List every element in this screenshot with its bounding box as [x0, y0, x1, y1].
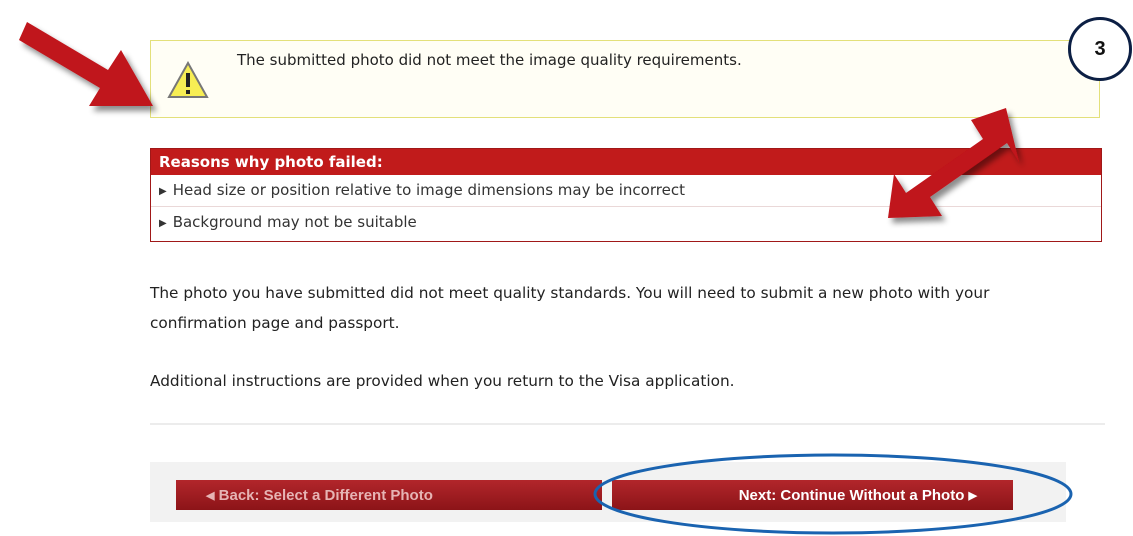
next-continue-without-photo-button[interactable]: Next: Continue Without a Photo ▶ [612, 480, 1013, 510]
photo-quality-warning: The submitted photo did not meet the ima… [150, 40, 1100, 118]
warning-message: The submitted photo did not meet the ima… [237, 51, 742, 69]
failure-reason-item: ▶ Background may not be suitable [151, 207, 1101, 238]
triangle-right-icon: ▶ [968, 489, 977, 502]
back-select-different-photo-button[interactable]: ◀ Back: Select a Different Photo [176, 480, 602, 510]
failure-reason-item: ▶ Head size or position relative to image… [151, 175, 1101, 207]
back-button-label: Back: Select a Different Photo [218, 486, 433, 504]
triangle-left-icon: ◀ [206, 489, 215, 502]
section-divider [150, 423, 1105, 425]
triangle-right-icon: ▶ [159, 218, 167, 229]
navigation-button-bar: ◀ Back: Select a Different Photo Next: C… [150, 462, 1066, 522]
red-annotation-arrow-left [19, 22, 153, 106]
warning-triangle-icon [167, 61, 209, 98]
triangle-right-icon: ▶ [159, 186, 167, 197]
additional-instructions-paragraph: Additional instructions are provided whe… [150, 372, 735, 390]
step-number-badge: 3 [1068, 17, 1132, 81]
quality-standards-paragraph: The photo you have submitted did not mee… [150, 284, 990, 332]
failure-reason-text: Head size or position relative to image … [172, 181, 685, 199]
failure-reasons-heading: Reasons why photo failed: [151, 149, 1101, 175]
failure-reason-text: Background may not be suitable [172, 213, 417, 231]
failure-reasons-panel: Reasons why photo failed: ▶ Head size or … [150, 148, 1102, 242]
next-button-label: Next: Continue Without a Photo [738, 486, 965, 504]
